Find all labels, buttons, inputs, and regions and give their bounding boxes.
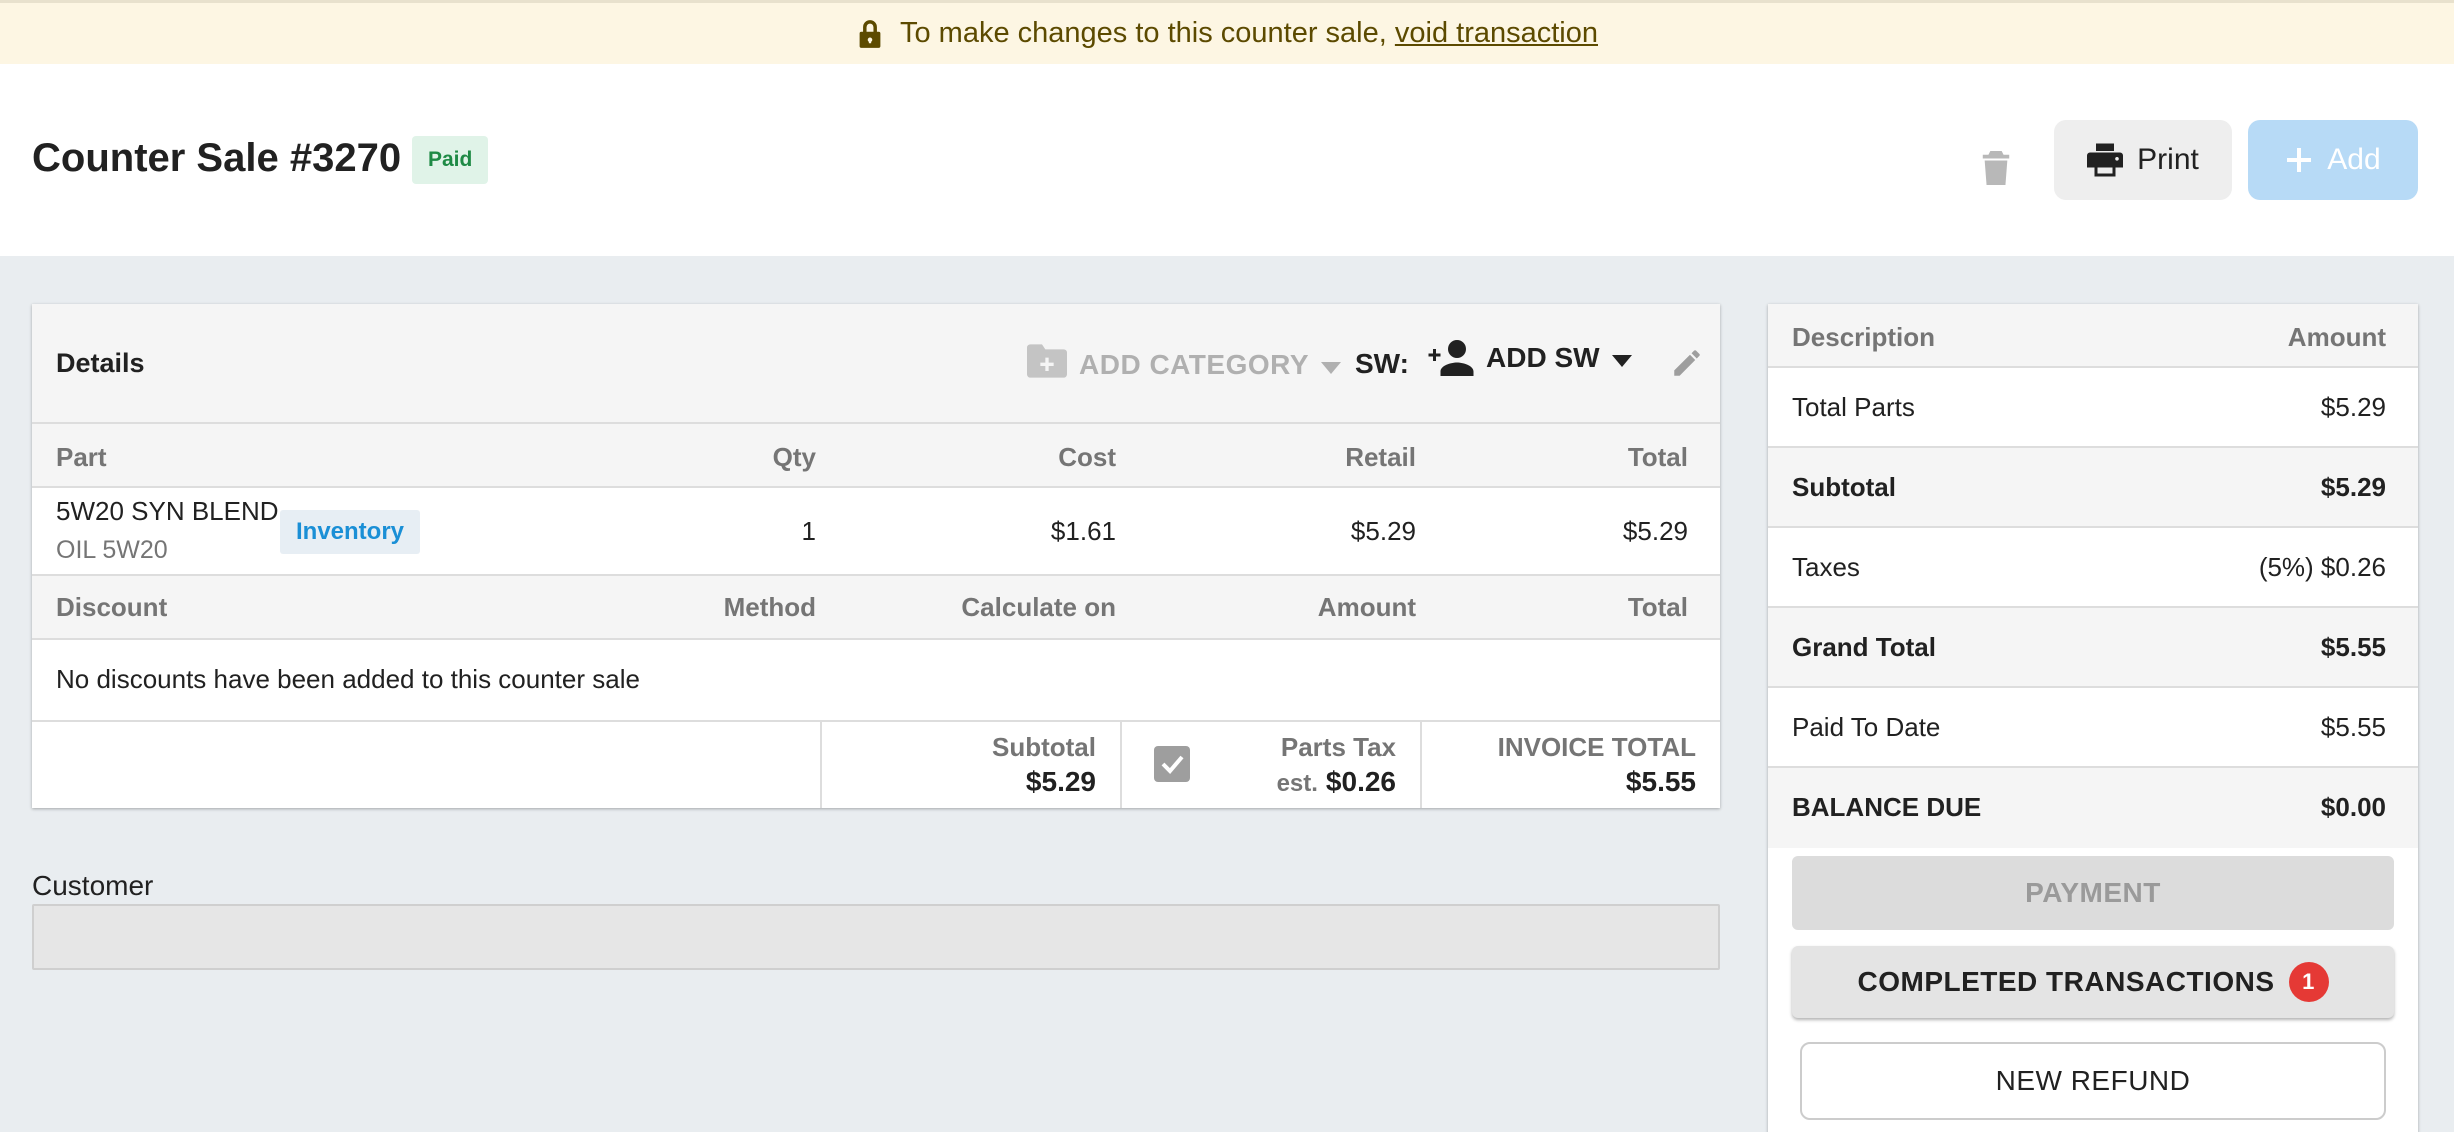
completed-transactions-label: COMPLETED TRANSACTIONS — [1857, 966, 2275, 997]
column-discount-total: Total — [1627, 592, 1688, 622]
summary-row-taxes: Taxes (5%) $0.26 — [1768, 528, 2418, 608]
column-qty: Qty — [772, 442, 816, 472]
column-cost: Cost — [1058, 442, 1116, 472]
parts-tax-checkbox[interactable] — [1154, 746, 1190, 782]
column-amount: Amount — [1317, 592, 1416, 622]
summary-card: Description Amount Total Parts $5.29 Sub… — [1768, 304, 2418, 1132]
print-button[interactable]: Print — [2054, 120, 2232, 200]
column-discount: Discount — [56, 592, 168, 622]
completed-transactions-button[interactable]: COMPLETED TRANSACTIONS 1 — [1792, 946, 2394, 1018]
summary-description-header: Description — [1792, 322, 1936, 352]
parts-tax-cell: Parts Tax est. $0.26 — [1120, 722, 1420, 808]
lock-icon — [859, 19, 881, 48]
new-refund-button[interactable]: NEW REFUND — [1800, 1042, 2386, 1120]
summary-value: $5.29 — [2320, 472, 2386, 502]
column-part: Part — [56, 442, 107, 472]
summary-row-paid-to-date: Paid To Date $5.55 — [1768, 688, 2418, 768]
column-method: Method — [723, 592, 816, 622]
read-only-banner: To make changes to this counter sale, vo… — [0, 0, 2454, 64]
add-category-label: ADD CATEGORY — [1079, 348, 1309, 380]
delete-button[interactable] — [1970, 140, 2022, 196]
parts-tax-value: $0.26 — [1325, 766, 1396, 797]
page-title: Counter Sale #3270 — [32, 136, 402, 180]
summary-label: Subtotal — [1792, 472, 1896, 502]
summary-label: Paid To Date — [1792, 712, 1941, 742]
part-subtitle: OIL 5W20 — [56, 536, 168, 564]
summary-row-grand-total: Grand Total $5.55 — [1768, 608, 2418, 688]
trash-icon — [1982, 151, 2010, 185]
summary-label: BALANCE DUE — [1792, 792, 1982, 822]
add-category-dropdown[interactable]: ADD CATEGORY — [1027, 344, 1341, 385]
banner-message: To make changes to this counter sale, vo… — [899, 17, 1598, 49]
part-name: 5W20 SYN BLEND — [56, 496, 279, 526]
status-badge: Paid — [412, 136, 489, 184]
transaction-count-badge: 1 — [2288, 962, 2329, 1002]
discount-empty-row: No discounts have been added to this cou… — [32, 640, 1720, 722]
customer-field[interactable] — [32, 904, 1720, 970]
caret-down-icon — [1321, 361, 1341, 374]
customer-label: Customer — [32, 870, 154, 901]
check-icon — [1161, 755, 1184, 774]
part-qty: 1 — [801, 516, 816, 546]
edit-button[interactable] — [1670, 346, 1706, 382]
part-total: $5.29 — [1622, 516, 1688, 546]
payment-button[interactable]: PAYMENT — [1792, 856, 2394, 930]
summary-value: $5.29 — [2320, 392, 2386, 422]
summary-label: Grand Total — [1792, 632, 1936, 662]
summary-amount-header: Amount — [2287, 322, 2386, 352]
add-sw-label: ADD SW — [1486, 342, 1600, 373]
parts-tax-value-wrap: est. $0.26 — [1277, 766, 1396, 798]
column-calculate-on: Calculate on — [961, 592, 1116, 622]
invoice-total-cell: INVOICE TOTAL $5.55 — [1420, 722, 1720, 808]
print-label: Print — [2137, 143, 2199, 176]
add-sw-dropdown[interactable]: ADD SW — [1428, 340, 1632, 376]
details-title: Details — [56, 348, 145, 378]
discount-table-header: Discount Method Calculate on Amount Tota… — [32, 576, 1720, 640]
column-retail: Retail — [1345, 442, 1416, 472]
summary-value: $5.55 — [2320, 712, 2386, 742]
column-total: Total — [1627, 442, 1688, 472]
summary-value: (5%) $0.26 — [2258, 552, 2386, 582]
summary-label: Taxes — [1792, 552, 1860, 582]
add-label: Add — [2327, 143, 2381, 176]
part-cost: $1.61 — [1050, 516, 1116, 546]
printer-icon — [2087, 143, 2124, 177]
part-retail: $5.29 — [1350, 516, 1416, 546]
table-row[interactable]: 5W20 SYN BLEND OIL 5W20 Inventory 1 $1.6… — [32, 488, 1720, 576]
summary-row-subtotal: Subtotal $5.29 — [1768, 448, 2418, 528]
parts-tax-est: est. — [1276, 770, 1318, 797]
discount-empty-message: No discounts have been added to this cou… — [56, 664, 640, 694]
details-card: Details ADD CATEGORY SW: ADD SW Part Qty… — [32, 304, 1720, 808]
invoice-total-label: INVOICE TOTAL — [1497, 732, 1696, 762]
caret-down-icon — [1611, 355, 1632, 367]
plus-icon — [2287, 148, 2312, 172]
void-transaction-link[interactable]: void transaction — [1395, 17, 1598, 49]
summary-header: Description Amount — [1768, 304, 2418, 368]
summary-row-balance-due: BALANCE DUE $0.00 — [1768, 768, 2418, 848]
pencil-icon — [1674, 350, 1700, 376]
details-header: Details ADD CATEGORY SW: ADD SW — [32, 304, 1720, 424]
summary-label: Total Parts — [1792, 392, 1915, 422]
person-add-icon — [1428, 340, 1474, 376]
folder-plus-icon — [1027, 344, 1067, 378]
parts-tax-label: Parts Tax — [1280, 732, 1396, 762]
summary-row-total-parts: Total Parts $5.29 — [1768, 368, 2418, 448]
summary-value: $0.00 — [2320, 792, 2386, 822]
subtotal-label: Subtotal — [992, 732, 1096, 762]
summary-value: $5.55 — [2320, 632, 2386, 662]
inventory-tag: Inventory — [280, 510, 421, 554]
subtotal-cell: Subtotal $5.29 — [820, 722, 1120, 808]
totals-row: Subtotal $5.29 Parts Tax est. $0.26 INVOI… — [32, 722, 1720, 808]
invoice-total-value: $5.55 — [1625, 766, 1696, 797]
subtotal-value: $5.29 — [1025, 766, 1096, 797]
parts-table-header: Part Qty Cost Retail Total — [32, 424, 1720, 488]
add-button[interactable]: Add — [2248, 120, 2418, 200]
sw-label: SW: — [1355, 348, 1409, 379]
page-header: Counter Sale #3270 Paid Print Add — [0, 64, 2454, 256]
